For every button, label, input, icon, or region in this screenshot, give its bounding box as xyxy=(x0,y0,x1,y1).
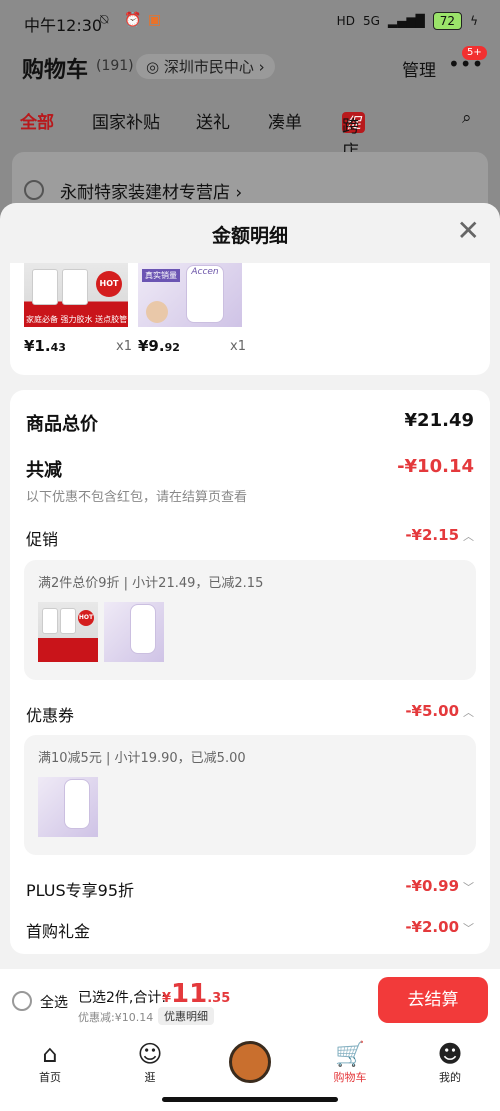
status-time: 中午12:30 xyxy=(24,16,103,35)
sales-tag: 真实销量 xyxy=(142,269,180,282)
product-qty: x1 xyxy=(230,339,246,354)
discount-note: 以下优惠不包含红包，请在结算页查看 xyxy=(26,490,248,505)
manage-button[interactable]: 管理 xyxy=(402,56,436,81)
cart-icon: 🛒 xyxy=(335,1040,365,1068)
first-gift-label: 首购礼金 xyxy=(26,922,91,941)
store-name[interactable]: 永耐特家装建材专营店 › xyxy=(60,178,242,203)
chevron-down-icon: ﹀ xyxy=(463,922,474,935)
status-right: HD 5G ▂▄▆█ 72 ϟ xyxy=(337,12,478,30)
app-icon: ▣ xyxy=(148,12,162,28)
coupon-label: 优惠券 xyxy=(26,706,75,725)
select-all-checkbox[interactable] xyxy=(12,991,32,1011)
checkout-button[interactable]: 去结算 xyxy=(378,977,488,1023)
discount-value: -¥10.14 xyxy=(397,456,474,477)
promo-item-image xyxy=(104,602,164,662)
store-checkbox[interactable] xyxy=(24,180,44,200)
product-price: ¥9.92 xyxy=(138,337,180,355)
notification-badge: 5+ xyxy=(462,46,487,60)
plus-toggle[interactable]: -¥0.99 ﹀ xyxy=(405,877,474,895)
tab-bundle[interactable]: 凑单 xyxy=(268,108,302,133)
page-header: 购物车 (191) ◎ 深圳市民中心 › 管理 ••• 5+ xyxy=(0,44,500,92)
location-label: 深圳市民中心 xyxy=(163,58,254,76)
brand-label: Accen xyxy=(191,267,219,277)
first-gift-toggle[interactable]: -¥2.00 ﹀ xyxy=(405,918,474,936)
nav-mine[interactable]: ☻ 我的 xyxy=(420,1039,480,1085)
alarm-icon: ⏰ xyxy=(124,12,142,28)
filter-tabs: 全部 国家补贴 送礼 凑单 促 跨店满减 ⌕ xyxy=(0,104,500,212)
user-icon: ☻ xyxy=(437,1040,463,1068)
products-card: HOT 家庭必备 强力胶水 送点胶管 真实销量 Accen ¥1.43 x1 ¥… xyxy=(10,263,490,375)
product-qty: x1 xyxy=(116,339,132,354)
nav-home[interactable]: ⌂ 首页 xyxy=(20,1039,80,1085)
status-bar: 中午12:30 ⍉ ⏰ ▣ HD 5G ▂▄▆█ 72 ϟ xyxy=(0,0,500,44)
chevron-up-icon: ︿ xyxy=(463,530,474,543)
battery-icon: 72 xyxy=(432,12,463,30)
close-icon[interactable]: ✕ xyxy=(457,217,480,245)
product-image-glue: HOT 家庭必备 强力胶水 送点胶管 xyxy=(24,263,128,327)
promo-detail: 满2件总价9折 | 小计21.49，已减2.15 HOT xyxy=(24,560,476,680)
promo-desc: 满2件总价9折 | 小计21.49，已减2.15 xyxy=(38,576,264,591)
summary-card: 商品总价 ¥21.49 共减 -¥10.14 以下优惠不包含红包，请在结算页查看… xyxy=(10,390,490,954)
coupon-toggle[interactable]: -¥5.00 ︿ xyxy=(405,702,474,720)
signal-icon: ▂▄▆█ xyxy=(387,14,425,28)
hd-icon: HD xyxy=(336,14,355,28)
discount-detail-button[interactable]: 优惠明细 xyxy=(158,1007,214,1025)
signal-label: 5G xyxy=(362,14,380,28)
browse-icon: ☺ xyxy=(137,1040,163,1068)
amount-detail-sheet: 金额明细 ✕ HOT 家庭必备 强力胶水 送点胶管 真实销量 Accen ¥1.… xyxy=(0,203,500,1111)
product-image-detergent: 真实销量 Accen xyxy=(138,263,242,327)
tab-gift[interactable]: 送礼 xyxy=(196,108,230,133)
coupon-desc: 满10减5元 | 小计19.90，已减5.00 xyxy=(38,751,246,766)
plus-label: PLUS专享95折 xyxy=(26,881,134,900)
goods-total-label: 商品总价 xyxy=(26,414,98,435)
chevron-up-icon: ︿ xyxy=(463,706,474,719)
selected-summary: 已选2件,合计: xyxy=(78,990,167,1006)
tab-subsidy[interactable]: 国家补贴 xyxy=(92,108,160,133)
checkout-bar: 全选 已选2件,合计: ¥11.35 优惠减:¥10.14 优惠明细 去结算 xyxy=(0,969,500,1031)
mascot-icon[interactable] xyxy=(229,1041,271,1083)
saved-amount: 优惠减:¥10.14 xyxy=(78,1011,154,1024)
coupon-item-image xyxy=(38,777,98,837)
discount-label: 共减 xyxy=(26,460,62,481)
goods-total-value: ¥21.49 xyxy=(404,410,474,431)
sheet-title: 金额明细 xyxy=(211,225,288,247)
promo-toggle[interactable]: -¥2.15 ︿ xyxy=(405,526,474,544)
hot-badge: HOT xyxy=(96,271,122,297)
select-all-label[interactable]: 全选 xyxy=(40,992,68,1012)
nav-cart[interactable]: 🛒 购物车 xyxy=(320,1039,380,1085)
nav-browse[interactable]: ☺ 逛 xyxy=(120,1039,180,1085)
mute-icon: ⍉ xyxy=(100,12,109,28)
tab-all[interactable]: 全部 xyxy=(20,108,54,133)
page-title: 购物车 xyxy=(22,58,89,83)
product-strip: 家庭必备 强力胶水 送点胶管 xyxy=(26,315,128,324)
home-indicator xyxy=(162,1097,338,1102)
promo-label: 促销 xyxy=(26,530,59,549)
cart-count: (191) xyxy=(96,58,134,74)
product-price: ¥1.43 xyxy=(24,337,66,355)
promo-item-image: HOT xyxy=(38,602,98,662)
total-price: ¥11.35 xyxy=(162,979,231,1009)
home-icon: ⌂ xyxy=(42,1040,58,1068)
charging-icon: ϟ xyxy=(470,14,478,28)
search-icon[interactable]: ⌕ xyxy=(462,108,472,128)
coupon-detail: 满10减5元 | 小计19.90，已减5.00 xyxy=(24,735,476,855)
location-selector[interactable]: ◎ 深圳市民中心 › xyxy=(136,54,275,79)
chevron-down-icon: ﹀ xyxy=(463,881,474,894)
